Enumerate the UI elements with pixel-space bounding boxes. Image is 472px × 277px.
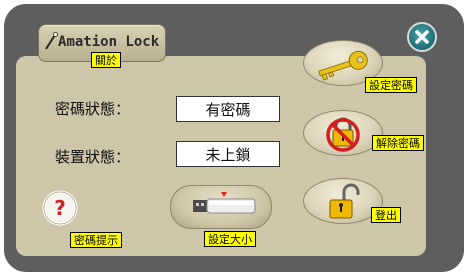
set-password-tooltip: 設定密碼: [365, 77, 417, 93]
device-status-label: 裝置狀態：: [55, 148, 131, 166]
logout-tooltip: 登出: [371, 207, 401, 223]
set-size-button[interactable]: [170, 185, 272, 229]
app-title: Amation Lock: [58, 34, 160, 50]
close-icon: [415, 30, 429, 44]
password-status-label: 密碼狀態：: [55, 100, 131, 118]
svg-text:?: ?: [54, 196, 66, 220]
question-mark-icon: ?: [42, 190, 78, 226]
wand-icon: [45, 32, 58, 50]
usb-drive-icon: [193, 192, 256, 214]
remove-password-tooltip: 解除密碼: [372, 135, 424, 151]
about-tooltip: 關於: [91, 52, 121, 68]
set-size-tooltip: 設定大小: [204, 231, 256, 247]
password-hint-button[interactable]: ?: [40, 188, 80, 228]
password-hint-tooltip: 密碼提示: [70, 232, 122, 248]
close-button[interactable]: [407, 22, 437, 52]
no-lock-icon: [326, 117, 360, 152]
password-status-value: 有密碼: [176, 96, 280, 122]
device-status-value: 未上鎖: [176, 141, 280, 167]
remove-password-button[interactable]: [303, 110, 383, 156]
